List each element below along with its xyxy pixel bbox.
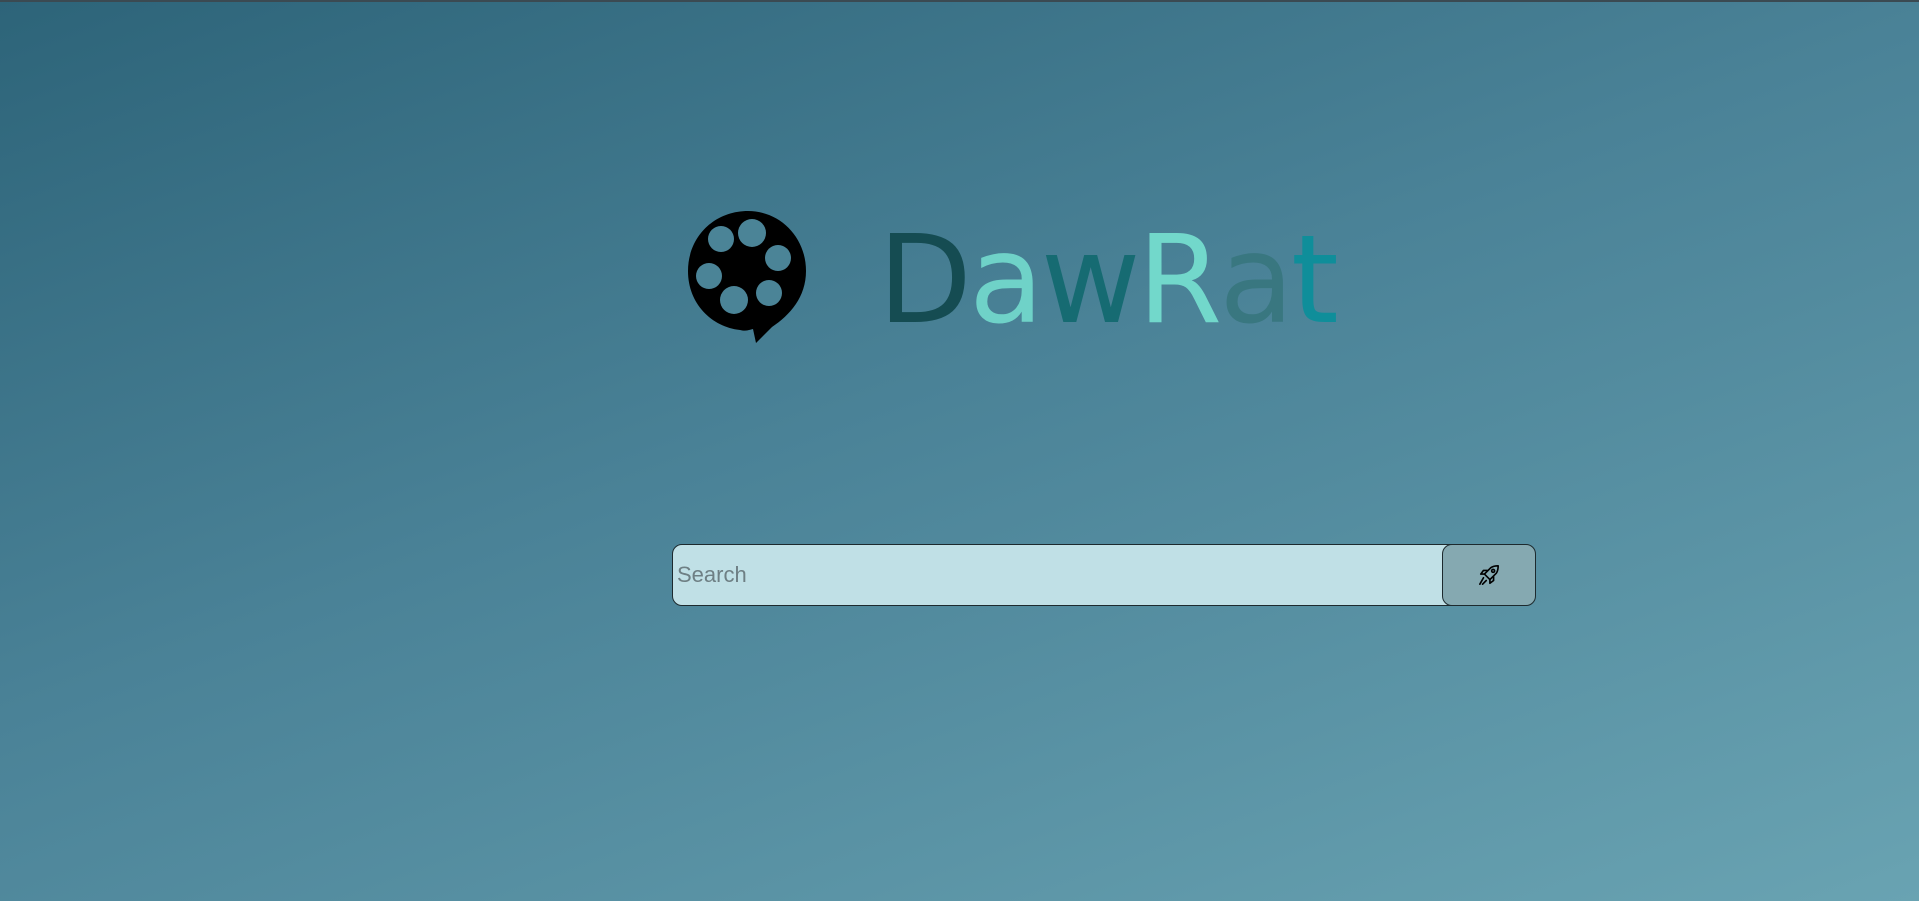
wordmark-letter: w — [1040, 209, 1141, 351]
search-submit-button[interactable] — [1442, 544, 1536, 606]
brand-wordmark: DawRat — [878, 205, 1339, 355]
wordmark-letter: t — [1291, 209, 1339, 351]
window-top-border — [0, 0, 1919, 2]
search-bar — [672, 544, 1536, 606]
wordmark-letter: D — [878, 209, 972, 351]
search-input[interactable] — [672, 544, 1462, 606]
wordmark-letter: R — [1137, 209, 1223, 351]
wordmark-letter: a — [968, 209, 1044, 351]
wordmark-letter: a — [1219, 209, 1294, 351]
brand-header: DawRat — [686, 205, 1339, 355]
film-reel-speech-bubble-icon — [686, 209, 810, 343]
rocket-icon — [1479, 565, 1499, 585]
